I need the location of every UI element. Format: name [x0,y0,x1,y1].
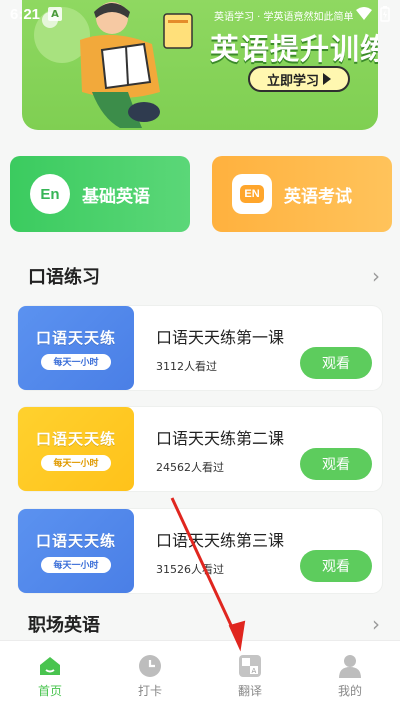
workplace-section-title: 职场英语 [28,615,100,636]
home-icon [40,657,60,675]
basic-icon-text: En [40,185,60,203]
english-exam-label: 英语考试 [284,186,352,207]
nav-profile-label: 我的 [337,684,362,698]
translate-icon: A [239,655,261,677]
lesson-title: 口语天天练第一课 [156,328,285,347]
lesson-title: 口语天天练第三课 [156,531,285,550]
nav-home[interactable]: 首页 [0,641,100,712]
thumbnail-pill: 每天一小时 [41,556,111,573]
clock-icon [139,655,161,677]
status-time: 6:21 [10,5,41,23]
chevron-right-icon: › [372,264,380,288]
lesson-view-count: 3112人看过 [156,360,217,373]
speaking-section-title: 口语练习 [28,267,100,288]
thumbnail-pill: 每天一小时 [41,454,111,471]
banner-title: 英语提升训练 [210,32,378,66]
nav-home-label: 首页 [37,684,62,698]
en-badge-icon: EN [232,174,272,214]
lesson-title: 口语天天练第二课 [156,429,285,448]
lesson-view-count: 31526人看过 [156,563,224,576]
lesson-card-2[interactable]: 口语天天练 每天一小时 口语天天练第二课 24562人看过 观看 [18,407,382,491]
english-exam-card[interactable]: EN 英语考试 [212,156,392,232]
basic-english-label: 基础英语 [82,186,150,207]
lesson-thumbnail: 口语天天练 每天一小时 [18,509,134,593]
battery-icon [380,6,390,22]
thumbnail-title: 口语天天练 [35,531,116,550]
exam-icon-text: EN [240,185,264,203]
lesson-card-3[interactable]: 口语天天练 每天一小时 口语天天练第三课 31526人看过 观看 [18,509,382,593]
nav-translate[interactable]: A 翻译 [200,641,300,712]
play-arrow-icon [323,73,331,85]
lesson-card-1[interactable]: 口语天天练 每天一小时 口语天天练第一课 3112人看过 观看 [18,306,382,390]
status-icons [356,6,390,22]
start-learning-label: 立即学习 [266,73,319,89]
thumbnail-pill: 每天一小时 [41,353,111,370]
watch-button[interactable]: 观看 [300,448,372,480]
workplace-section-header[interactable]: 职场英语 › [28,611,380,637]
status-bar: 6:21 A [0,0,400,28]
watch-button[interactable]: 观看 [300,550,372,582]
nav-profile[interactable]: 我的 [300,641,400,712]
wifi-icon [356,7,372,20]
thumbnail-title: 口语天天练 [35,429,116,448]
start-learning-button[interactable]: 立即学习 [248,66,350,92]
thumbnail-title: 口语天天练 [35,328,116,347]
basic-english-card[interactable]: En 基础英语 [10,156,190,232]
nav-translate-label: 翻译 [237,684,262,698]
chevron-right-icon: › [372,612,380,636]
nav-checkin-label: 打卡 [137,684,162,698]
watch-button[interactable]: 观看 [300,347,372,379]
lesson-thumbnail: 口语天天练 每天一小时 [18,407,134,491]
svg-text:A: A [252,667,257,675]
speaking-section-header[interactable]: 口语练习 › [28,263,380,289]
en-speech-icon: En [30,174,70,214]
nav-checkin[interactable]: 打卡 [100,641,200,712]
lesson-thumbnail: 口语天天练 每天一小时 [18,306,134,390]
profile-icon [339,655,361,678]
bottom-nav: 首页 打卡 A 翻译 我的 [0,640,400,712]
lesson-view-count: 24562人看过 [156,461,224,474]
notification-badge: A [48,7,63,21]
